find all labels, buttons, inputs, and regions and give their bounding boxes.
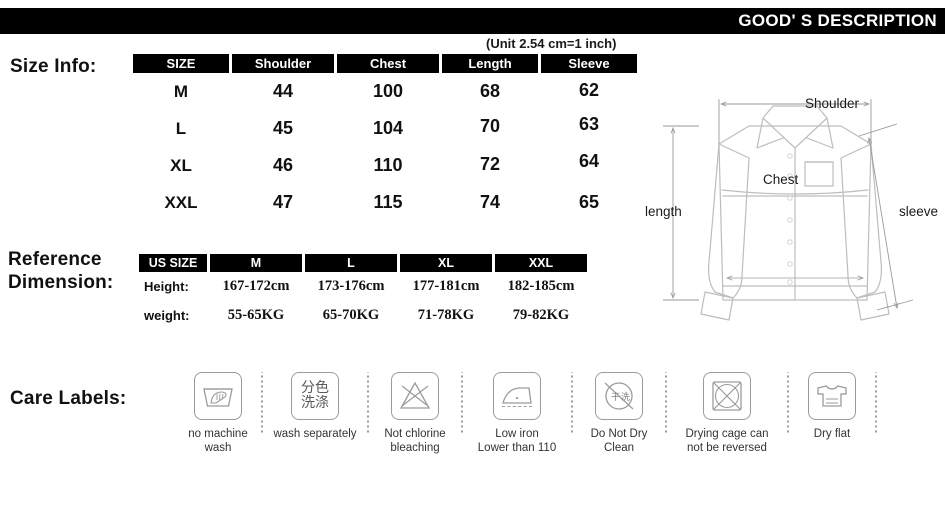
right-sleeve-shape [840,143,882,299]
ref-header-xxl: XXL [495,254,587,272]
care-caption: Do Not Dry Clean [590,428,648,454]
size-cell-length: 74 [479,192,501,212]
hand-wash-basin-icon [194,372,242,420]
size-cell-sleeve: 63 [578,114,600,134]
size-header-chest: Chest [337,54,439,73]
size-cell-length: 68 [479,81,501,101]
ref-cell-height-xl: 177-181cm [412,278,480,294]
shoulder-dimension-label: Shoulder [805,96,860,111]
ref-cell-weight-l: 65-70KG [322,307,380,323]
size-cell-chest: 115 [373,192,403,212]
chest-pocket-shape [804,161,834,187]
left-sleeve-shape [708,143,750,299]
ref-cell-weight-m: 55-65KG [227,307,285,323]
care-separator [875,372,877,434]
size-header-length: Length [442,54,538,73]
care-item-wash-separately: 分色 洗涤 wash separately [263,372,367,441]
ref-cell-height-l: 173-176cm [317,278,385,294]
care-caption: Not chlorine bleaching [384,428,446,454]
care-item-low-iron: Low iron Lower than 110 [463,372,571,455]
ref-header-m: M [210,254,302,272]
svg-text:洗: 洗 [621,391,630,403]
size-cell-size: M [173,81,189,101]
table-row: M 44 100 68 62 [133,73,637,110]
size-cell-length: 72 [479,154,501,174]
size-header-shoulder: Shoulder [232,54,334,73]
care-item-no-chlorine-bleach: Not chlorine bleaching [369,372,461,455]
cn-char-bottom: 洗涤 [301,395,329,411]
care-labels-label: Care Labels: [10,388,127,409]
ref-header-l: L [305,254,397,272]
size-cell-size: XXL [164,192,198,212]
size-cell-size: XL [170,155,192,175]
care-item-no-machine-wash: no machine wash [175,372,261,455]
table-row: Height: 167-172cm 173-176cm 177-181cm 18… [139,272,587,301]
garment-measurement-diagram: Shoulder Chest length sleeve [645,86,945,331]
size-cell-chest: 104 [372,118,404,138]
unit-note: (Unit 2.54 cm=1 inch) [486,36,617,51]
sleeve-dimension-label: sleeve [899,204,938,219]
jacket-outline-svg: Shoulder Chest length sleeve [645,96,938,321]
size-cell-chest: 100 [372,81,404,101]
care-caption: wash separately [273,428,357,440]
table-row: weight: 55-65KG 65-70KG 71-78KG 79-82KG [139,301,587,330]
care-caption: no machine wash [188,428,248,454]
size-info-label: Size Info: [10,56,97,77]
size-header-sleeve: Sleeve [541,54,637,73]
size-cell-sleeve: 62 [578,80,600,100]
chest-dimension-label: Chest [763,172,799,187]
ref-cell-weight-xl: 71-78KG [417,307,475,323]
ref-header-xl: XL [400,254,492,272]
header-banner: GOOD' S DESCRIPTION [0,8,945,34]
dry-flat-icon [808,372,856,420]
svg-text:干: 干 [611,392,620,403]
ref-cell-height-m: 167-172cm [222,278,290,294]
no-tumble-dry-icon [703,372,751,420]
low-iron-icon [493,372,541,420]
cn-char-top: 分色 [301,380,329,396]
ref-cell-weight-xxl: 79-82KG [512,307,570,323]
care-item-do-not-dry-clean: 干 洗 Do Not Dry Clean [573,372,665,455]
table-row: XXL 47 115 74 65 [133,184,637,221]
reference-table-header-row: US SIZE M L XL XXL [139,254,587,272]
ref-row-label-weight: weight: [144,308,190,323]
no-chlorine-bleach-icon [391,372,439,420]
care-item-dry-flat: Dry flat [789,372,875,441]
size-cell-shoulder: 45 [272,118,294,138]
care-caption: Dry flat [813,428,851,440]
size-cell-shoulder: 47 [272,192,294,212]
reference-dimension-table: US SIZE M L XL XXL Height: 167-172cm 173… [136,254,590,330]
ref-row-label-height: Height: [144,279,189,294]
care-item-no-tumble-dry: Drying cage can not be reversed [667,372,787,455]
size-cell-sleeve: 64 [578,151,600,171]
wash-separately-icon: 分色 洗涤 [291,372,339,420]
care-caption: Low iron Lower than 110 [477,428,557,454]
table-row: XL 46 110 72 64 [133,147,637,184]
care-caption: Drying cage can not be reversed [685,428,769,454]
table-row: L 45 104 70 63 [133,110,637,147]
ref-cell-height-xxl: 182-185cm [507,278,575,294]
size-table-header-row: SIZE Shoulder Chest Length Sleeve [133,54,637,73]
size-cell-sleeve: 65 [578,192,600,212]
size-cell-shoulder: 46 [272,155,294,175]
page-title: GOOD' S DESCRIPTION [738,11,937,30]
length-dimension-label: length [645,204,682,219]
size-header-size: SIZE [133,54,229,73]
ref-header-us-size: US SIZE [139,254,207,272]
size-cell-length: 70 [479,116,501,136]
size-cell-size: L [175,118,187,138]
size-cell-chest: 110 [373,155,403,175]
care-labels-strip: no machine wash 分色 洗涤 wash separately No… [175,372,940,477]
size-cell-shoulder: 44 [272,81,294,101]
size-info-table: SIZE Shoulder Chest Length Sleeve M 44 1… [130,54,640,221]
do-not-dry-clean-icon: 干 洗 [595,372,643,420]
reference-dimension-label: Reference Dimension: [8,249,114,293]
